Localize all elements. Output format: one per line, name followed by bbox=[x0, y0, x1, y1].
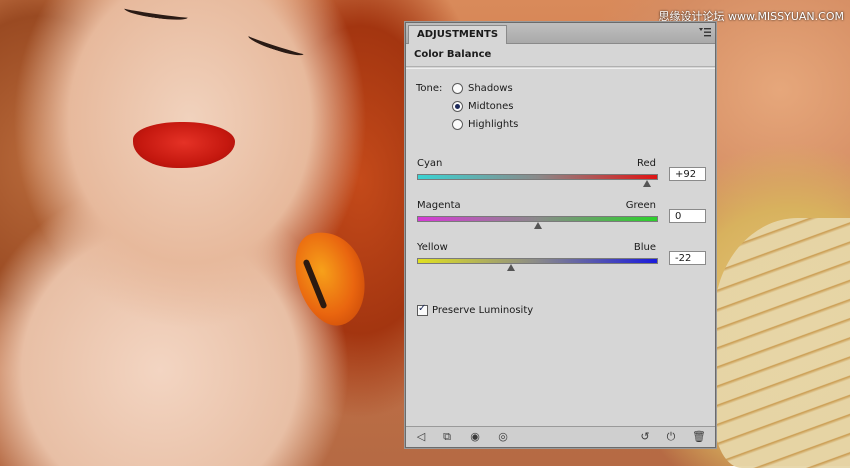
tone-radio-group: Shadows Midtones Highlights bbox=[452, 79, 518, 133]
toggle-visibility-eye-icon[interactable]: ◉ bbox=[468, 430, 482, 444]
back-arrow-icon[interactable]: ◁ bbox=[414, 430, 428, 444]
magenta-green-slider-track[interactable] bbox=[417, 216, 658, 229]
magenta-green-slider-group: Magenta Green 0 bbox=[417, 200, 707, 229]
power-toggle-icon[interactable]: ⏻ bbox=[664, 430, 678, 444]
cyan-red-slider-track[interactable] bbox=[417, 174, 658, 187]
panel-titlebar: ADJUSTMENTS bbox=[406, 23, 715, 44]
magenta-label: Magenta bbox=[417, 200, 461, 211]
tone-option-shadows[interactable]: Shadows bbox=[452, 79, 518, 97]
panel-footer-toolbar: ◁ ⧉ ◉ ◎ ↺ ⏻ 🗑 bbox=[406, 426, 715, 447]
tab-adjustments[interactable]: ADJUSTMENTS bbox=[408, 25, 508, 44]
panel-menu-icon[interactable] bbox=[699, 27, 711, 38]
red-label: Red bbox=[637, 158, 656, 169]
yellow-blue-slider-thumb[interactable] bbox=[507, 264, 516, 271]
adjustment-title: Color Balance bbox=[406, 44, 715, 69]
green-label: Green bbox=[625, 200, 656, 211]
highlights-label: Highlights bbox=[468, 118, 519, 130]
yellow-blue-value-input[interactable]: -22 bbox=[669, 251, 706, 265]
tone-label: Tone: bbox=[416, 83, 443, 94]
preserve-luminosity-label: Preserve Luminosity bbox=[432, 305, 534, 316]
reset-icon[interactable]: ↺ bbox=[638, 430, 652, 444]
tone-option-highlights[interactable]: Highlights bbox=[452, 115, 518, 133]
cyan-label: Cyan bbox=[417, 158, 443, 169]
tone-option-midtones[interactable]: Midtones bbox=[452, 97, 518, 115]
yellow-blue-slider-track[interactable] bbox=[417, 258, 658, 271]
yellow-blue-slider-group: Yellow Blue -22 bbox=[417, 242, 707, 271]
trash-icon[interactable]: 🗑 bbox=[692, 430, 706, 444]
cyan-red-slider-group: Cyan Red +92 bbox=[417, 158, 707, 187]
yellow-label: Yellow bbox=[417, 242, 448, 253]
blue-label: Blue bbox=[633, 242, 656, 253]
magenta-green-slider-thumb[interactable] bbox=[533, 222, 542, 229]
clip-to-layer-icon[interactable]: ⧉ bbox=[440, 430, 454, 444]
highlights-radio[interactable] bbox=[452, 118, 463, 130]
background-wing bbox=[714, 218, 850, 468]
magenta-green-value-input[interactable]: 0 bbox=[669, 209, 706, 223]
shadows-radio[interactable] bbox=[452, 82, 463, 94]
midtones-radio[interactable] bbox=[452, 100, 463, 112]
adjustments-panel: ADJUSTMENTS Color Balance Tone: Shadows … bbox=[405, 22, 716, 448]
view-previous-state-icon[interactable]: ◎ bbox=[496, 430, 510, 444]
shadows-label: Shadows bbox=[468, 82, 513, 94]
preserve-luminosity-checkbox[interactable] bbox=[417, 303, 428, 316]
cyan-red-value-input[interactable]: +92 bbox=[669, 167, 706, 181]
cyan-red-slider-thumb[interactable] bbox=[643, 180, 652, 187]
preserve-luminosity-row[interactable]: Preserve Luminosity bbox=[417, 303, 534, 316]
midtones-label: Midtones bbox=[468, 100, 514, 112]
